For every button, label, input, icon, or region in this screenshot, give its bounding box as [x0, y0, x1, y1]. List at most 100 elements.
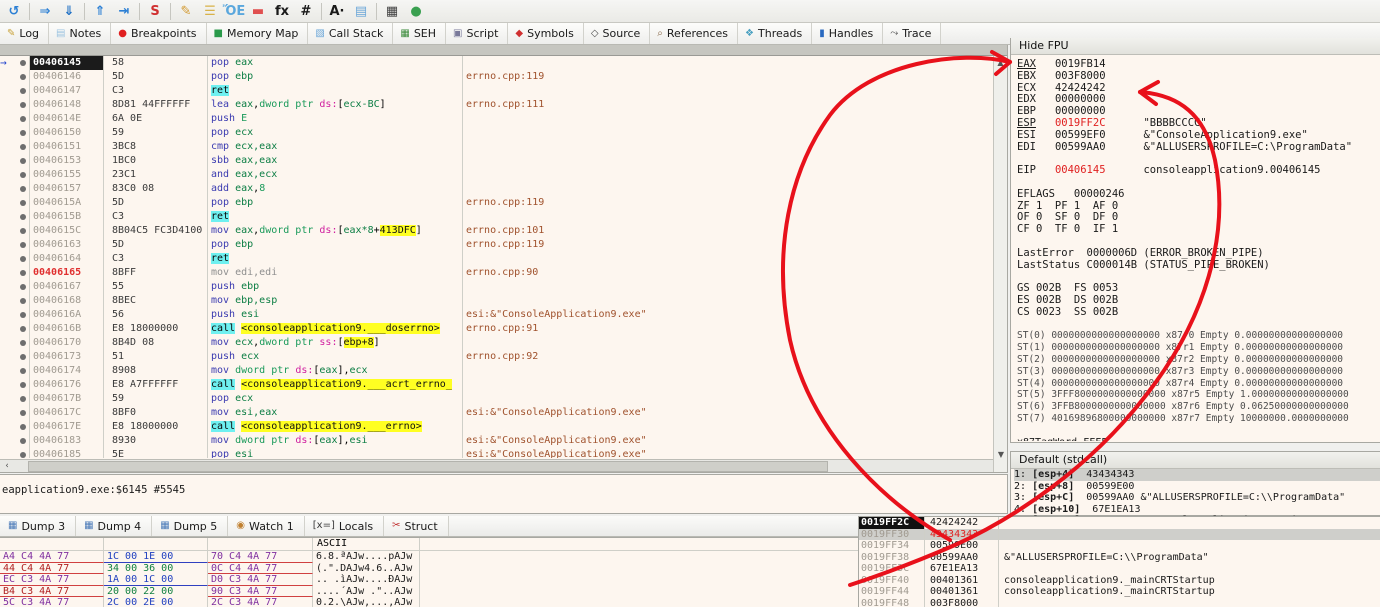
disassembly-row[interactable]: 0040615B C3 ret	[0, 210, 1007, 224]
fpu-st-register-2[interactable]: ST(2) 0000000000000000000 x87r2 Empty 0.…	[1017, 354, 1380, 366]
tab-trace[interactable]: ⤳ Trace	[883, 23, 942, 44]
instruction-mnemonic[interactable]: push E	[208, 112, 463, 126]
execute-till-return-icon[interactable]: ⇑	[89, 1, 111, 22]
instruction-bytes[interactable]: 5D	[104, 70, 208, 84]
breakpoint-dot-icon[interactable]	[20, 382, 26, 388]
breakpoint-dot-icon[interactable]	[20, 172, 26, 178]
breakpoint-gutter[interactable]	[0, 294, 30, 308]
instruction-mnemonic[interactable]: pop ebp	[208, 70, 463, 84]
dump-ascii-cell[interactable]: (.".DAJw4.6..AJw	[313, 562, 420, 574]
dump-hex-cell-2[interactable]: 34 00 36 00	[104, 562, 208, 574]
register-edi[interactable]: EDI 00599AA0 &"ALLUSERSPROFILE=C:\Progra…	[1017, 141, 1380, 154]
tab-breakpoints[interactable]: ● Breakpoints	[111, 23, 207, 44]
breakpoint-gutter[interactable]: →	[0, 56, 30, 70]
eflags-row[interactable]: EFLAGS 00000246	[1017, 188, 1380, 201]
instruction-mnemonic[interactable]: mov dword ptr ds:[eax],ecx	[208, 364, 463, 378]
breakpoint-dot-icon[interactable]	[20, 88, 26, 94]
breakpoint-gutter[interactable]	[0, 154, 30, 168]
instruction-address[interactable]: 00406148	[30, 98, 104, 112]
instruction-bytes[interactable]: 5D	[104, 196, 208, 210]
instruction-bytes[interactable]: 5E	[104, 448, 208, 458]
disassembly-row[interactable]: 00406173 51 push ecx errno.cpp:92	[0, 350, 1007, 364]
stack-address[interactable]: 0019FF44	[859, 586, 925, 598]
instruction-comment[interactable]	[463, 84, 1007, 98]
breakpoint-gutter[interactable]	[0, 70, 30, 84]
breakpoint-dot-icon[interactable]	[20, 312, 26, 318]
dump-hex-cell-3[interactable]: D0 C3 4A 77	[208, 574, 313, 586]
paperclip-icon[interactable]: ὌE	[223, 1, 246, 22]
attach-icon[interactable]: ▤	[350, 1, 372, 22]
dump-hex-cell-3[interactable]: 90 C3 4A 77	[208, 585, 313, 597]
stdcall-argument-row[interactable]: 4: [esp+10] 67E1EA13	[1014, 504, 1380, 516]
font-icon[interactable]: A·	[326, 1, 348, 22]
register-spacer[interactable]	[1017, 177, 1380, 189]
stdcall-argument-row[interactable]: 1: [esp+4] 43434343	[1014, 469, 1380, 481]
breakpoint-dot-icon[interactable]	[20, 214, 26, 220]
instruction-mnemonic[interactable]: mov ecx,dword ptr ss:[ebp+8]	[208, 336, 463, 350]
instruction-bytes[interactable]: 5D	[104, 238, 208, 252]
instruction-mnemonic[interactable]: pop ebp	[208, 196, 463, 210]
disassembly-row[interactable]: 00406148 8D81 44FFFFFF lea eax,dword ptr d…	[0, 98, 1007, 112]
instruction-mnemonic[interactable]: push ebp	[208, 280, 463, 294]
breakpoint-dot-icon[interactable]	[20, 158, 26, 164]
instruction-bytes[interactable]: 8930	[104, 434, 208, 448]
disassembly-row[interactable]: 00406146 5D pop ebp errno.cpp:119	[0, 70, 1007, 84]
scylla-icon[interactable]: S	[144, 1, 166, 22]
stack-value[interactable]: 00599AA0	[925, 551, 999, 563]
instruction-comment[interactable]	[463, 252, 1007, 266]
instruction-address[interactable]: 0040615A	[30, 196, 104, 210]
breakpoint-dot-icon[interactable]	[20, 130, 26, 136]
stack-value[interactable]: 00599E00	[925, 540, 999, 552]
instruction-comment[interactable]: esi:&"ConsoleApplication9.exe"	[463, 448, 1007, 458]
fpu-st-register-4[interactable]: ST(4) 0000000000000000000 x87r4 Empty 0.…	[1017, 378, 1380, 390]
instruction-address[interactable]: 00406155	[30, 168, 104, 182]
instruction-comment[interactable]: errno.cpp:119	[463, 238, 1007, 252]
log-icon[interactable]: ☰	[199, 1, 221, 22]
breakpoint-gutter[interactable]	[0, 140, 30, 154]
stack-row[interactable]: 0019FF3C 67E1EA13	[859, 563, 1380, 575]
step-over-icon[interactable]: ⇓	[58, 1, 80, 22]
fpu-st-register-0[interactable]: ST(0) 0000000000000000000 x87r0 Empty 0.…	[1017, 330, 1380, 342]
instruction-comment[interactable]	[463, 336, 1007, 350]
instruction-comment[interactable]: errno.cpp:119	[463, 196, 1007, 210]
instruction-mnemonic[interactable]: pop ecx	[208, 392, 463, 406]
instruction-mnemonic[interactable]: pop eax	[208, 56, 463, 70]
dump-hex-cell-1[interactable]: 5C C3 4A 77	[0, 597, 104, 607]
stack-address[interactable]: 0019FF40	[859, 574, 925, 586]
stack-value[interactable]: 43434343	[925, 528, 999, 540]
disassembly-rows[interactable]: → 00406145 58 pop eax 00406146 5D pop ebp errno…	[0, 56, 1007, 458]
registers-panel[interactable]: Hide FPU EAX 0019FB14 EBX 003F8000 ECX 424…	[1010, 38, 1380, 443]
breakpoint-gutter[interactable]	[0, 238, 30, 252]
breakpoint-gutter[interactable]	[0, 448, 30, 458]
stack-address[interactable]: 0019FF48	[859, 597, 925, 607]
instruction-bytes[interactable]: 55	[104, 280, 208, 294]
disassembly-row[interactable]: 0040616B E8 18000000 call <consoleapplicat…	[0, 322, 1007, 336]
step-into-icon[interactable]: ⇒	[34, 1, 56, 22]
disassembly-row[interactable]: 00406153 1BC0 sbb eax,eax	[0, 154, 1007, 168]
breakpoint-gutter[interactable]	[0, 196, 30, 210]
instruction-address[interactable]: 0040617C	[30, 406, 104, 420]
dump-hex-cell-2[interactable]: 1C 00 1E 00	[104, 551, 208, 563]
instruction-address[interactable]: 00406176	[30, 378, 104, 392]
breakpoint-gutter[interactable]	[0, 406, 30, 420]
disassembly-row[interactable]: 0040617C 8BF0 mov esi,eax esi:&"ConsoleAppl…	[0, 406, 1007, 420]
tab-log[interactable]: ✎ Log	[0, 23, 50, 44]
instruction-bytes[interactable]: 59	[104, 392, 208, 406]
dump-hex-cell-2[interactable]: 20 00 22 00	[104, 585, 208, 597]
stdcall-arguments-panel[interactable]: Default (stdcall) 1: [esp+4] 43434343 2:…	[1010, 451, 1380, 526]
instruction-address[interactable]: 00406146	[30, 70, 104, 84]
instruction-bytes[interactable]: 1BC0	[104, 154, 208, 168]
instruction-address[interactable]: 0040615B	[30, 210, 104, 224]
dump-ascii-cell[interactable]: 6.8.ªAJw....pAJw	[313, 551, 420, 563]
instruction-mnemonic[interactable]: push ecx	[208, 350, 463, 364]
breakpoint-dot-icon[interactable]	[20, 410, 26, 416]
breakpoint-dot-icon[interactable]	[20, 368, 26, 374]
instruction-bytes[interactable]: 23C1	[104, 168, 208, 182]
breakpoint-gutter[interactable]	[0, 420, 30, 434]
breakpoint-gutter[interactable]	[0, 168, 30, 182]
vscroll-up-icon[interactable]: ▲	[994, 56, 1007, 69]
breakpoint-gutter[interactable]	[0, 322, 30, 336]
instruction-address[interactable]: 00406164	[30, 252, 104, 266]
eraser-icon[interactable]: ▬	[247, 1, 269, 22]
disassembly-row[interactable]: 00406151 3BC8 cmp ecx,eax	[0, 140, 1007, 154]
